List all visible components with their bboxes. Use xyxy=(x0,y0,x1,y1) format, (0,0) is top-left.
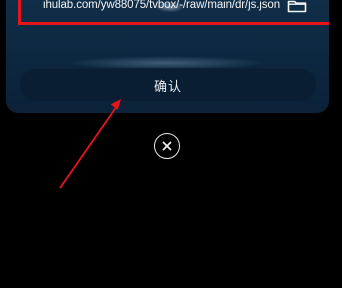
close-icon xyxy=(162,141,172,151)
confirm-button[interactable]: 确认 xyxy=(19,68,317,102)
folder-icon[interactable] xyxy=(287,0,307,14)
screen: ihulab.com/yw88075/tvbox/-/raw/main/dr/j… xyxy=(0,0,342,288)
source-url-input[interactable]: ihulab.com/yw88075/tvbox/-/raw/main/dr/j… xyxy=(43,0,280,11)
confirm-label: 确认 xyxy=(153,79,182,95)
source-dialog: ihulab.com/yw88075/tvbox/-/raw/main/dr/j… xyxy=(6,0,329,113)
close-button[interactable] xyxy=(154,133,180,159)
